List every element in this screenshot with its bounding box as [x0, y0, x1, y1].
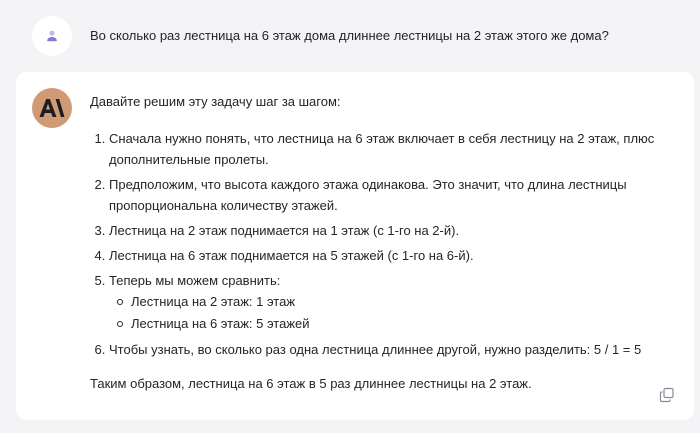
user-message-text: Во сколько раз лестница на 6 этаж дома д…: [90, 28, 609, 43]
step-text: Лестница на 2 этаж поднимается на 1 этаж…: [109, 223, 460, 238]
assistant-message-body: Давайте решим эту задачу шаг за шагом: С…: [90, 92, 675, 394]
assistant-intro: Давайте решим эту задачу шаг за шагом:: [90, 94, 341, 109]
user-message: Во сколько раз лестница на 6 этаж дома д…: [0, 0, 700, 72]
list-item: Теперь мы можем сравнить: Лестница на 2 …: [109, 270, 675, 335]
list-item: Чтобы узнать, во сколько раз одна лестни…: [109, 339, 675, 360]
anthropic-logo-icon: [39, 99, 65, 117]
step-text: Теперь мы можем сравнить:: [109, 273, 281, 288]
copy-icon: [659, 387, 674, 403]
user-avatar: [32, 16, 72, 56]
substeps-list: Лестница на 2 этаж: 1 этаж Лестница на 6…: [109, 291, 675, 335]
list-item: Сначала нужно понять, что лестница на 6 …: [109, 128, 675, 170]
step-text: Чтобы узнать, во сколько раз одна лестни…: [109, 342, 642, 357]
user-icon: [47, 30, 57, 42]
substep-text: Лестница на 2 этаж: 1 этаж: [131, 294, 296, 309]
substep-text: Лестница на 6 этаж: 5 этажей: [131, 316, 310, 331]
list-item: Лестница на 6 этаж поднимается на 5 этаж…: [109, 245, 675, 266]
step-text: Предположим, что высота каждого этажа од…: [109, 177, 627, 213]
assistant-message: Давайте решим эту задачу шаг за шагом: С…: [16, 72, 694, 420]
assistant-avatar: [32, 88, 72, 128]
list-item: Лестница на 2 этаж поднимается на 1 этаж…: [109, 220, 675, 241]
assistant-conclusion: Таким образом, лестница на 6 этаж в 5 ра…: [90, 376, 532, 391]
step-text: Лестница на 6 этаж поднимается на 5 этаж…: [109, 248, 474, 263]
list-item: Лестница на 2 этаж: 1 этаж: [117, 291, 675, 313]
list-item: Предположим, что высота каждого этажа од…: [109, 174, 675, 216]
copy-button[interactable]: [658, 386, 676, 404]
steps-list: Сначала нужно понять, что лестница на 6 …: [90, 128, 675, 360]
step-text: Сначала нужно понять, что лестница на 6 …: [109, 131, 655, 167]
list-item: Лестница на 6 этаж: 5 этажей: [117, 313, 675, 335]
